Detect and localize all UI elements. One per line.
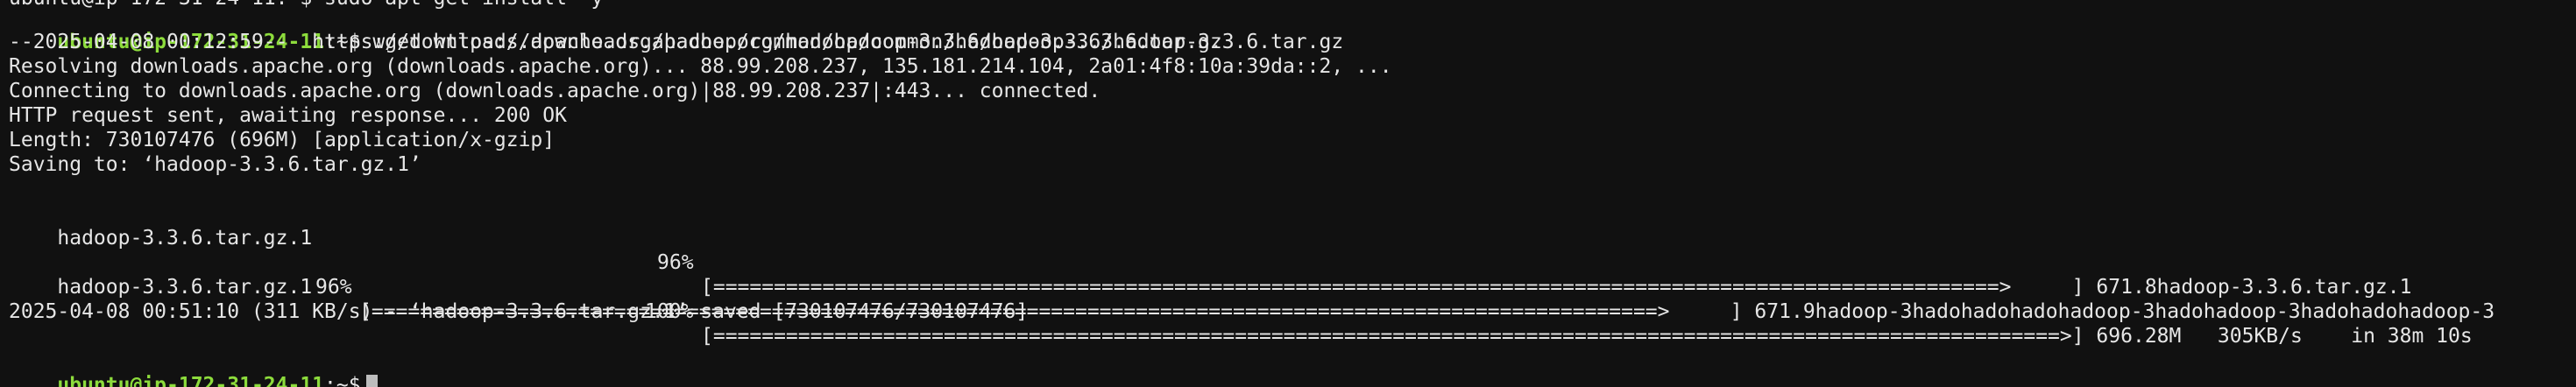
progress-bar: [=======================================… <box>701 325 2473 348</box>
output-line: Saving to: ‘hadoop-3.3.6.tar.gz.1’ <box>9 153 421 176</box>
output-line: Resolving downloads.apache.org (download… <box>9 55 1392 78</box>
saved-line: 2025-04-08 00:51:10 (311 KB/s) - ‘hadoop… <box>9 300 1029 323</box>
output-line: Connecting to downloads.apache.org (down… <box>9 80 1101 102</box>
progress-percent: 96% <box>657 251 694 274</box>
progress-bar: [=======================================… <box>701 276 2412 299</box>
progress-filename: hadoop-3.3.6.tar.gz.1 <box>57 227 313 250</box>
prompt-line-2[interactable]: ubuntu@ip-172-31-24-11:~$ <box>9 348 378 387</box>
prompt-symbol: :~$ <box>324 374 361 387</box>
output-line: Length: 730107476 (696M) [application/x-… <box>9 129 556 151</box>
prompt-line-1: ubuntu@ip-172-31-24-11:~$ wget https://d… <box>9 5 1343 53</box>
progress-percent: 96% <box>315 276 352 299</box>
progress-line: hadoop-3.3.6.tar.gz.1 96% [=============… <box>9 201 2411 299</box>
progress-line: hadoop-3.3.6.tar.gz.1 100% [============… <box>9 250 2472 348</box>
prompt-user-host: ubuntu@ip-172-31-24-11 <box>57 374 325 387</box>
progress-line: 96% [===================================… <box>9 226 2495 323</box>
output-line: HTTP request sent, awaiting response... … <box>9 104 567 127</box>
cursor-icon[interactable] <box>365 375 378 387</box>
output-line: --2025-04-08 00:12:59-- https://download… <box>9 31 1222 53</box>
progress-filename: hadoop-3.3.6.tar.gz.1 <box>57 276 313 299</box>
terminal-window[interactable]: ubuntu@ip-172-31-24-11:~$ sudo apt-get i… <box>0 0 2576 387</box>
